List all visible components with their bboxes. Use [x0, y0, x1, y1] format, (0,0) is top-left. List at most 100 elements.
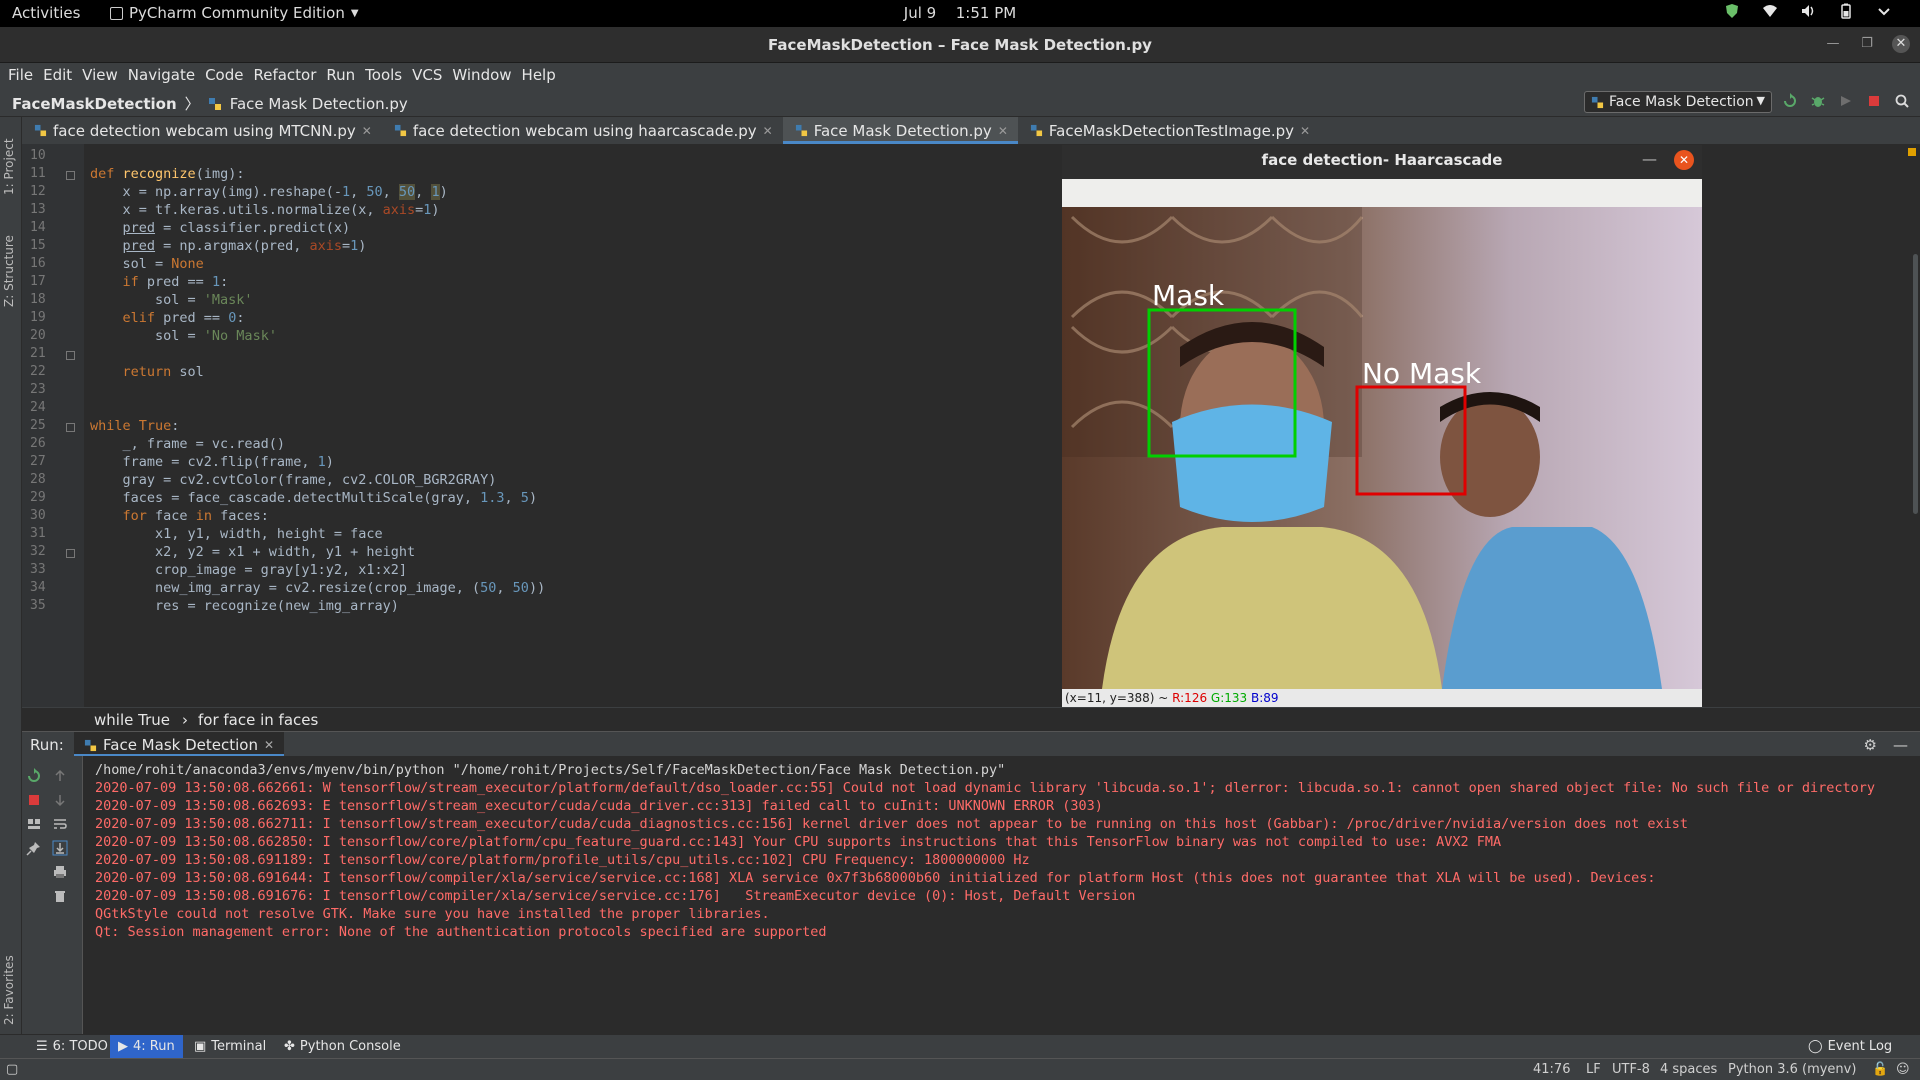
run-tool-button[interactable]: ▶ 4: Run: [110, 1035, 183, 1059]
minimize-button[interactable]: —: [1642, 150, 1657, 168]
close-tab-icon[interactable]: ✕: [362, 124, 372, 144]
toggle-tool-windows-icon[interactable]: ▢: [6, 1062, 18, 1077]
left-tool-strip: 1: Project Z: Structure 2: Favorites: [0, 117, 22, 1034]
project-tool-tab[interactable]: 1: Project: [2, 125, 20, 195]
stop-icon[interactable]: [26, 792, 42, 808]
window-title-bar[interactable]: FaceMaskDetection – Face Mask Detection.…: [0, 27, 1920, 63]
fold-marker[interactable]: [66, 549, 75, 558]
line-number: 23: [30, 382, 46, 397]
event-log-icon: ◯: [1808, 1039, 1823, 1054]
menu-code[interactable]: Code: [203, 63, 251, 87]
tool-window-bar: ☰ 6: TODO ▶ 4: Run ▣ Terminal ✤ Python C…: [0, 1034, 1920, 1059]
terminal-label: Terminal: [211, 1039, 267, 1054]
run-console[interactable]: /home/rohit/anaconda3/envs/myenv/bin/pyt…: [82, 756, 1920, 1034]
trash-icon[interactable]: [52, 888, 68, 904]
tab-haarcascade[interactable]: face detection webcam using haarcascade.…: [382, 117, 783, 144]
minimize-button[interactable]: —: [1824, 35, 1842, 53]
opencv-toolbar: [1062, 179, 1702, 207]
python-console-tool-button[interactable]: ✤ Python Console: [276, 1035, 409, 1059]
fold-marker[interactable]: [66, 423, 75, 432]
inspection-warning-marker[interactable]: [1908, 148, 1916, 156]
menu-refactor[interactable]: Refactor: [251, 63, 324, 87]
menu-navigate[interactable]: Navigate: [126, 63, 203, 87]
battery-icon[interactable]: [1838, 3, 1854, 19]
console-line: /home/rohit/anaconda3/envs/myenv/bin/pyt…: [95, 762, 1006, 778]
menu-view[interactable]: View: [80, 63, 126, 87]
close-tab-icon[interactable]: ✕: [998, 124, 1008, 144]
editor-scrollbar[interactable]: [1913, 254, 1918, 514]
scroll-to-end-icon[interactable]: [52, 840, 68, 856]
volume-icon[interactable]: [1800, 3, 1816, 19]
print-icon[interactable]: [52, 864, 68, 880]
tab-test-image[interactable]: FaceMaskDetectionTestImage.py ✕: [1018, 117, 1320, 144]
menu-help[interactable]: Help: [520, 63, 564, 87]
event-log-button[interactable]: ◯ Event Log: [1800, 1035, 1900, 1059]
structure-tool-tab[interactable]: Z: Structure: [2, 217, 20, 307]
line-separator[interactable]: LF: [1586, 1062, 1601, 1077]
close-window-button[interactable]: ✕: [1674, 150, 1694, 170]
activities-button[interactable]: Activities: [12, 4, 80, 22]
play-icon: ▶: [118, 1039, 128, 1054]
rerun-icon[interactable]: [1782, 93, 1798, 109]
menu-file[interactable]: File: [6, 63, 41, 87]
debug-icon[interactable]: [1810, 93, 1826, 109]
run-with-coverage-icon[interactable]: [1838, 93, 1854, 109]
code-line: new_img_array = cv2.resize(crop_image, (…: [90, 580, 546, 596]
terminal-icon: ▣: [194, 1039, 207, 1054]
line-number: 16: [30, 256, 46, 271]
restore-layout-icon[interactable]: [26, 816, 42, 832]
soft-wrap-icon[interactable]: [52, 816, 68, 832]
menu-window[interactable]: Window: [450, 63, 519, 87]
run-configuration-select[interactable]: Face Mask Detection ▼: [1584, 91, 1772, 113]
menu-run[interactable]: Run: [324, 63, 363, 87]
menu-tools[interactable]: Tools: [363, 63, 410, 87]
close-tab-icon[interactable]: ✕: [1300, 124, 1310, 144]
menu-edit[interactable]: Edit: [41, 63, 80, 87]
maximize-button[interactable]: ❐: [1858, 35, 1876, 53]
breadcrumb-while[interactable]: while True: [94, 711, 170, 729]
menu-vcs[interactable]: VCS: [410, 63, 450, 87]
power-chevron-icon[interactable]: [1876, 3, 1892, 19]
opencv-window-title: face detection- Haarcascade: [1261, 151, 1503, 169]
run-tab[interactable]: Face Mask Detection ✕: [74, 732, 285, 757]
file-encoding[interactable]: UTF-8: [1612, 1062, 1650, 1077]
close-tab-icon[interactable]: ✕: [763, 124, 773, 144]
fold-marker[interactable]: [66, 351, 75, 360]
rerun-icon[interactable]: [26, 768, 42, 784]
run-configuration-label: Face Mask Detection: [1609, 94, 1754, 110]
nav-file[interactable]: Face Mask Detection.py: [230, 95, 408, 113]
chevron-down-icon: ▼: [350, 7, 359, 19]
run-tool-label: 4: Run: [133, 1039, 175, 1054]
arrow-up-icon[interactable]: [52, 768, 68, 784]
app-menu[interactable]: PyCharm Community Edition ▼: [110, 4, 359, 22]
arrow-down-icon[interactable]: [52, 792, 68, 808]
stop-icon[interactable]: [1866, 93, 1882, 109]
pin-icon[interactable]: [26, 840, 42, 856]
clock-date: Jul 9: [903, 4, 937, 22]
breadcrumb-for[interactable]: for face in faces: [198, 711, 318, 729]
line-number: 19: [30, 310, 46, 325]
hide-panel-icon[interactable]: —: [1893, 736, 1908, 754]
fold-marker[interactable]: [66, 171, 75, 180]
search-everywhere-icon[interactable]: [1894, 93, 1910, 109]
indent-setting[interactable]: 4 spaces: [1660, 1062, 1717, 1077]
run-tab-label: Face Mask Detection: [103, 736, 258, 754]
lock-icon[interactable]: 🔓: [1872, 1062, 1888, 1077]
python-interpreter[interactable]: Python 3.6 (myenv): [1728, 1062, 1856, 1077]
todo-tool-button[interactable]: ☰ 6: TODO: [28, 1035, 116, 1059]
tab-face-mask-detection[interactable]: Face Mask Detection.py ✕: [782, 117, 1019, 144]
system-tray[interactable]: [1724, 3, 1892, 19]
caret-position[interactable]: 41:76: [1533, 1062, 1570, 1077]
line-number: 34: [30, 580, 46, 595]
gear-icon[interactable]: ⚙: [1864, 736, 1877, 754]
close-window-button[interactable]: ✕: [1892, 35, 1910, 53]
notifications-icon[interactable]: ☺: [1896, 1062, 1910, 1077]
opencv-window[interactable]: face detection- Haarcascade — ✕ Mask No …: [1062, 145, 1702, 707]
terminal-tool-button[interactable]: ▣ Terminal: [186, 1035, 274, 1059]
wifi-icon[interactable]: [1762, 3, 1778, 19]
nav-project[interactable]: FaceMaskDetection: [12, 95, 177, 113]
tab-mtcnn[interactable]: face detection webcam using MTCNN.py ✕: [22, 117, 382, 144]
shield-icon[interactable]: [1724, 3, 1740, 19]
close-tab-icon[interactable]: ✕: [264, 738, 274, 752]
favorites-tool-tab[interactable]: 2: Favorites: [2, 935, 20, 1025]
